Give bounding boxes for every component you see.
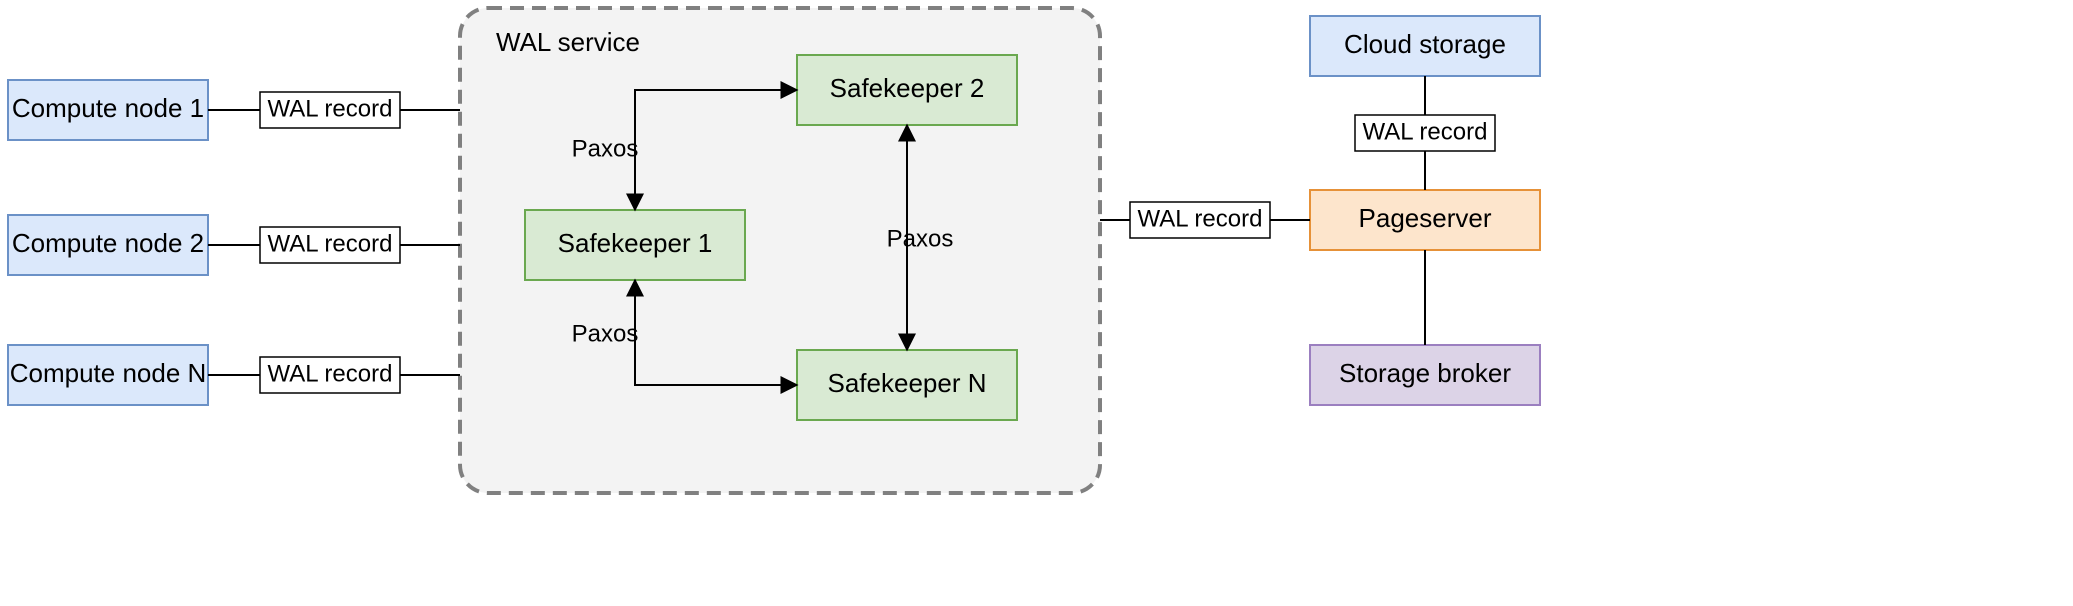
safekeeper-n-label: Safekeeper N bbox=[828, 368, 987, 398]
paxos-label-2: Paxos bbox=[572, 320, 639, 347]
safekeeper-2: Safekeeper 2 bbox=[797, 55, 1017, 125]
wal-record-label-3: WAL record bbox=[260, 357, 400, 393]
storage-broker-label: Storage broker bbox=[1339, 358, 1511, 388]
pageserver-box: Pageserver bbox=[1310, 190, 1540, 250]
architecture-diagram: WAL service Compute node 1 Compute node … bbox=[0, 0, 2073, 606]
paxos-label-1: Paxos bbox=[572, 135, 639, 162]
cloud-storage-label: Cloud storage bbox=[1344, 29, 1506, 59]
paxos-label-3: Paxos bbox=[887, 225, 954, 252]
safekeeper-2-label: Safekeeper 2 bbox=[830, 73, 985, 103]
wal-record-text-vertical: WAL record bbox=[1363, 118, 1488, 145]
cloud-storage-box: Cloud storage bbox=[1310, 16, 1540, 76]
compute-node-n: Compute node N bbox=[8, 345, 208, 405]
safekeeper-n: Safekeeper N bbox=[797, 350, 1017, 420]
compute-node-1: Compute node 1 bbox=[8, 80, 208, 140]
wal-record-text-2: WAL record bbox=[268, 230, 393, 257]
wal-record-label-2: WAL record bbox=[260, 227, 400, 263]
wal-record-label-right: WAL record bbox=[1130, 202, 1270, 238]
safekeeper-1: Safekeeper 1 bbox=[525, 210, 745, 280]
wal-record-label-vertical: WAL record bbox=[1355, 115, 1495, 151]
wal-service-title: WAL service bbox=[496, 27, 640, 57]
compute-node-n-label: Compute node N bbox=[10, 358, 207, 388]
wal-record-text-1: WAL record bbox=[268, 95, 393, 122]
wal-record-text-3: WAL record bbox=[268, 360, 393, 387]
wal-record-text-right: WAL record bbox=[1138, 205, 1263, 232]
pageserver-label: Pageserver bbox=[1359, 203, 1492, 233]
wal-record-label-1: WAL record bbox=[260, 92, 400, 128]
compute-node-1-label: Compute node 1 bbox=[12, 93, 204, 123]
compute-node-2: Compute node 2 bbox=[8, 215, 208, 275]
safekeeper-1-label: Safekeeper 1 bbox=[558, 228, 713, 258]
compute-node-2-label: Compute node 2 bbox=[12, 228, 204, 258]
storage-broker-box: Storage broker bbox=[1310, 345, 1540, 405]
